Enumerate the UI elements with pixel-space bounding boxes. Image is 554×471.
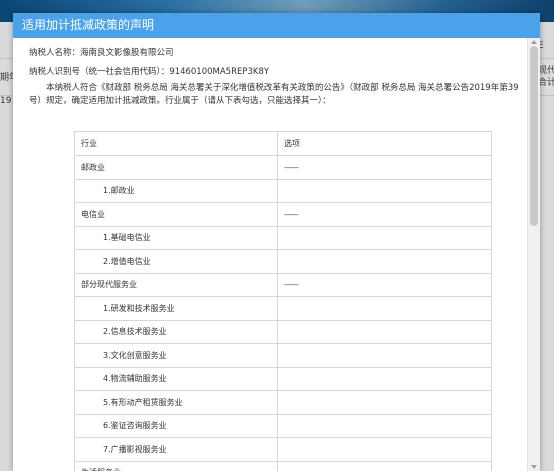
taxpayer-id: 纳税人识别号（统一社会信用代码）：91460100MA5REP3K8Y: [29, 67, 270, 77]
industry-cell: 2.信息技术服务业: [74, 319, 278, 344]
industry-cell: 4.物流辅助服务业: [74, 366, 278, 391]
option-checkbox-cell[interactable]: [277, 319, 492, 344]
option-checkbox-cell[interactable]: [277, 225, 492, 250]
table-row[interactable]: 1.基础电信业: [74, 225, 492, 250]
table-row[interactable]: 3.文化创意服务业: [74, 343, 492, 368]
industry-cell: 生活服务业: [74, 460, 278, 471]
table-row[interactable]: 1.邮政业: [74, 178, 492, 203]
table-row[interactable]: 6.鉴证咨询服务业: [74, 413, 492, 438]
table-header-row: 行业 选项: [74, 131, 492, 156]
dialog-body: 纳税人名称：海南良文影像股有限公司 纳税人识别号（统一社会信用代码）：91460…: [13, 38, 528, 471]
dialog-title[interactable]: 适用加计抵减政策的声明: [13, 13, 540, 38]
industry-cell: 2.增值电信业: [74, 249, 278, 274]
table-row[interactable]: 5.有形动产租赁服务业: [74, 390, 492, 415]
option-checkbox-cell[interactable]: [277, 178, 492, 203]
table-row[interactable]: 1.研发和技术服务业: [74, 296, 492, 321]
declaration-line-2: 定，确定适用加计抵减政策。行业属于（请从下表勾选，只能选择其一）：: [54, 96, 331, 106]
option-checkbox-cell[interactable]: [277, 343, 492, 368]
table-row: 邮政业 ——: [74, 155, 492, 180]
table-row: 生活服务业 ——: [74, 460, 492, 471]
option-checkbox-cell[interactable]: [277, 249, 492, 274]
scroll-down-icon[interactable]: [531, 465, 537, 469]
industry-cell: 6.鉴证咨询服务业: [74, 413, 278, 438]
header-industry: 行业: [74, 131, 278, 156]
industry-cell: 1.邮政业: [74, 178, 278, 203]
option-cell: ——: [277, 202, 492, 227]
industry-cell: 电信业: [74, 202, 278, 227]
table-row[interactable]: 7.广播影视服务业: [74, 437, 492, 462]
vertical-scrollbar[interactable]: [527, 38, 540, 471]
scrollbar-thumb[interactable]: [530, 46, 538, 226]
table-row[interactable]: 4.物流辅助服务业: [74, 366, 492, 391]
industry-cell: 3.文化创意服务业: [74, 343, 278, 368]
option-checkbox-cell[interactable]: [277, 437, 492, 462]
industry-table: 行业 选项 邮政业 —— 1.邮政业 电信业 —— 1.基础电信业 2.增值电信…: [74, 131, 492, 471]
industry-cell: 部分现代服务业: [74, 272, 278, 297]
option-cell: ——: [277, 155, 492, 180]
industry-cell: 1.基础电信业: [74, 225, 278, 250]
option-checkbox-cell[interactable]: [277, 390, 492, 415]
option-checkbox-cell[interactable]: [277, 413, 492, 438]
industry-cell: 5.有形动产租赁服务业: [74, 390, 278, 415]
header-option: 选项: [277, 131, 492, 156]
option-checkbox-cell[interactable]: [277, 296, 492, 321]
option-checkbox-cell[interactable]: [277, 366, 492, 391]
scroll-up-icon[interactable]: [531, 40, 537, 44]
option-cell: ——: [277, 272, 492, 297]
industry-cell: 7.广播影视服务业: [74, 437, 278, 462]
table-row[interactable]: 2.增值电信业: [74, 249, 492, 274]
table-row: 电信业 ——: [74, 202, 492, 227]
taxpayer-name: 纳税人名称：海南良文影像股有限公司: [29, 48, 174, 58]
industry-cell: 邮政业: [74, 155, 278, 180]
declaration-dialog: 适用加计抵减政策的声明 纳税人名称：海南良文影像股有限公司 纳税人识别号（统一社…: [13, 13, 540, 471]
option-cell: ——: [277, 460, 492, 471]
declaration-text: 本纳税人符合《财政部 税务总局 海关总署关于深化增值税改革有关政策的公告》（财政…: [29, 82, 521, 108]
industry-cell: 1.研发和技术服务业: [74, 296, 278, 321]
table-row[interactable]: 2.信息技术服务业: [74, 319, 492, 344]
table-row: 部分现代服务业 ——: [74, 272, 492, 297]
